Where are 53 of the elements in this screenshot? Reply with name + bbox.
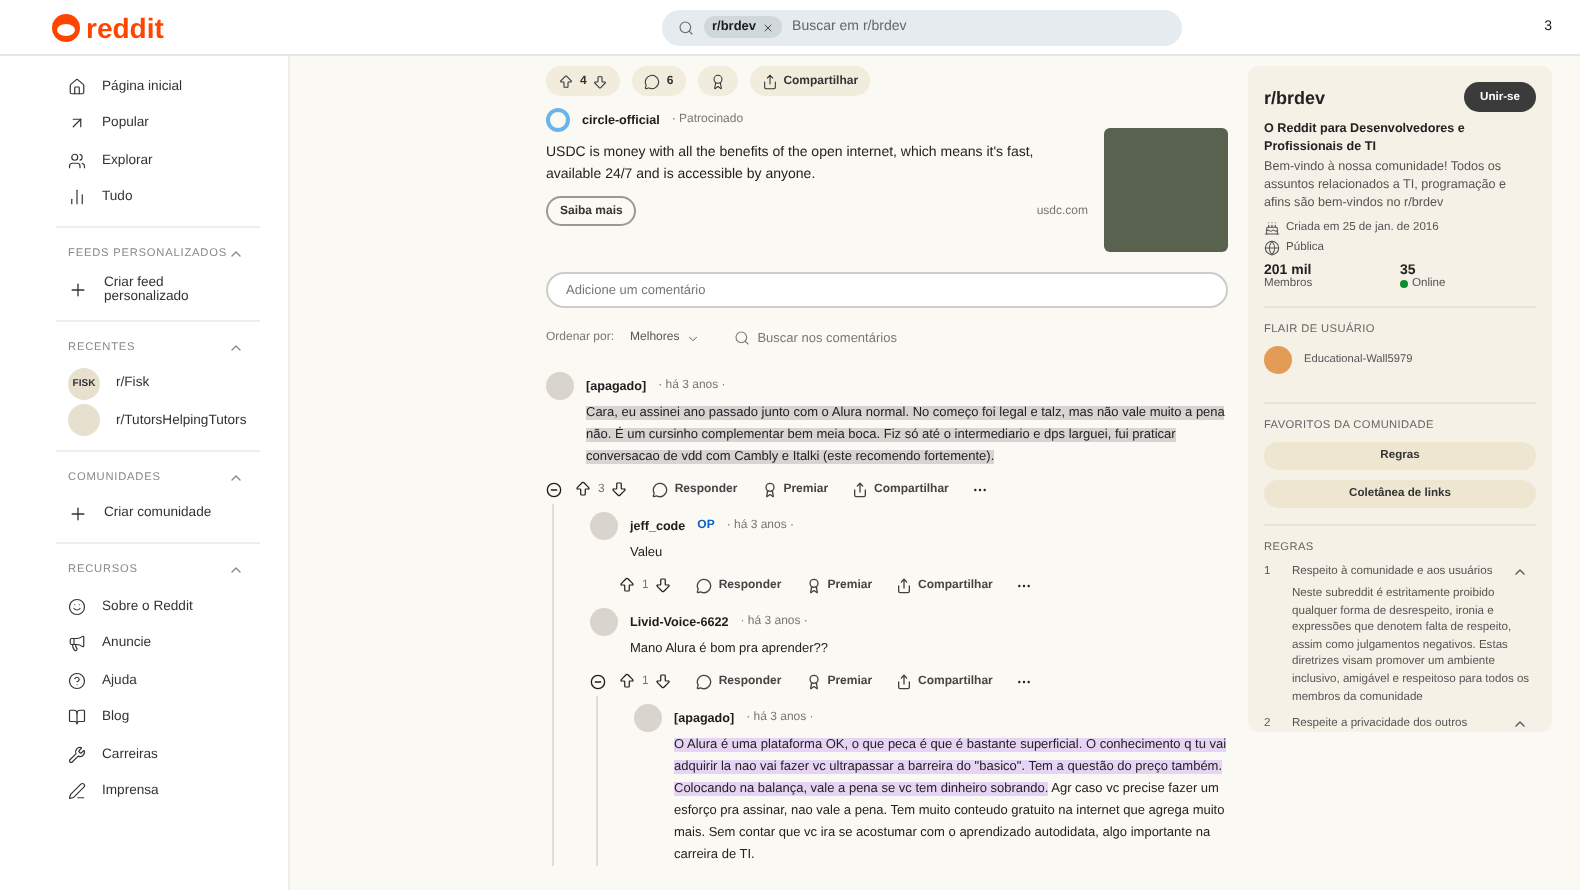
share-icon: [896, 673, 913, 689]
award-icon: [761, 481, 778, 497]
pen-icon: [68, 782, 86, 801]
collapse-icon[interactable]: [546, 481, 562, 497]
upvote-icon[interactable]: [558, 73, 574, 89]
collapse-icon[interactable]: [590, 673, 606, 689]
avatar: [590, 608, 618, 636]
award-icon: [805, 577, 822, 593]
plus-icon: [68, 280, 88, 301]
advertiser-avatar: [546, 108, 570, 132]
share-icon: [761, 73, 778, 89]
downvote-icon[interactable]: [654, 672, 673, 690]
globe-icon: [1264, 240, 1280, 256]
logo-icon: [52, 13, 80, 41]
help-icon: [68, 671, 86, 690]
plus-icon: [68, 503, 88, 524]
book-icon: [68, 708, 86, 727]
search-icon: [678, 19, 694, 35]
downvote-icon[interactable]: [592, 73, 609, 89]
avatar: [546, 372, 574, 400]
home-icon: [68, 77, 86, 96]
chevron-up-icon[interactable]: [228, 246, 244, 262]
award-button[interactable]: [697, 66, 738, 96]
close-icon[interactable]: [762, 21, 775, 33]
community-avatar: [68, 404, 100, 437]
avatar: [634, 704, 662, 732]
share-icon: [852, 481, 869, 497]
chevron-down-icon: [685, 331, 700, 345]
award-icon: [709, 73, 726, 89]
chevron-up-icon[interactable]: [1512, 564, 1528, 580]
cake-icon: [1264, 220, 1280, 236]
chevron-up-icon[interactable]: [228, 562, 244, 578]
avatar: [1264, 346, 1292, 374]
avatar: [590, 512, 618, 540]
speech-bubble-icon: [696, 673, 713, 689]
community-name[interactable]: r/brdev: [1264, 87, 1326, 107]
share-icon: [896, 577, 913, 593]
online-dot: [1400, 280, 1408, 288]
chart-icon: [68, 188, 86, 207]
award-icon: [805, 673, 822, 689]
upvote-icon[interactable]: [574, 480, 592, 498]
downvote-icon[interactable]: [610, 480, 629, 498]
people-icon: [68, 151, 86, 170]
search-icon: [733, 330, 750, 346]
speech-bubble-icon: [696, 577, 713, 593]
upvote-icon[interactable]: [618, 576, 636, 594]
downvote-icon[interactable]: [654, 576, 673, 594]
wrench-icon: [68, 745, 86, 764]
upvote-icon[interactable]: [618, 672, 636, 690]
megaphone-icon: [68, 634, 86, 653]
smile-icon: [68, 597, 86, 616]
speech-bubble-icon: [652, 481, 669, 497]
speech-bubble-icon: [644, 73, 661, 89]
